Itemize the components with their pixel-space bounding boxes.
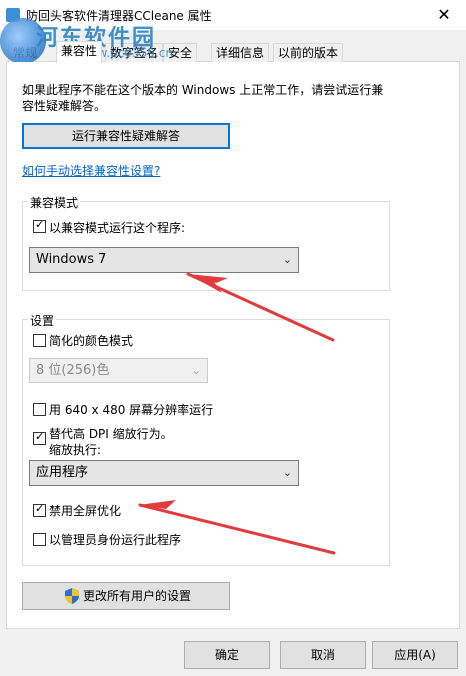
- red-arrow-2-tail: [138, 503, 336, 555]
- annotation-arrows: [138, 272, 336, 555]
- tab-compatibility[interactable]: 兼容性: [56, 41, 103, 63]
- red-arrow-1-tail: [186, 272, 335, 342]
- tab-compatibility-label: 兼容性: [61, 44, 98, 58]
